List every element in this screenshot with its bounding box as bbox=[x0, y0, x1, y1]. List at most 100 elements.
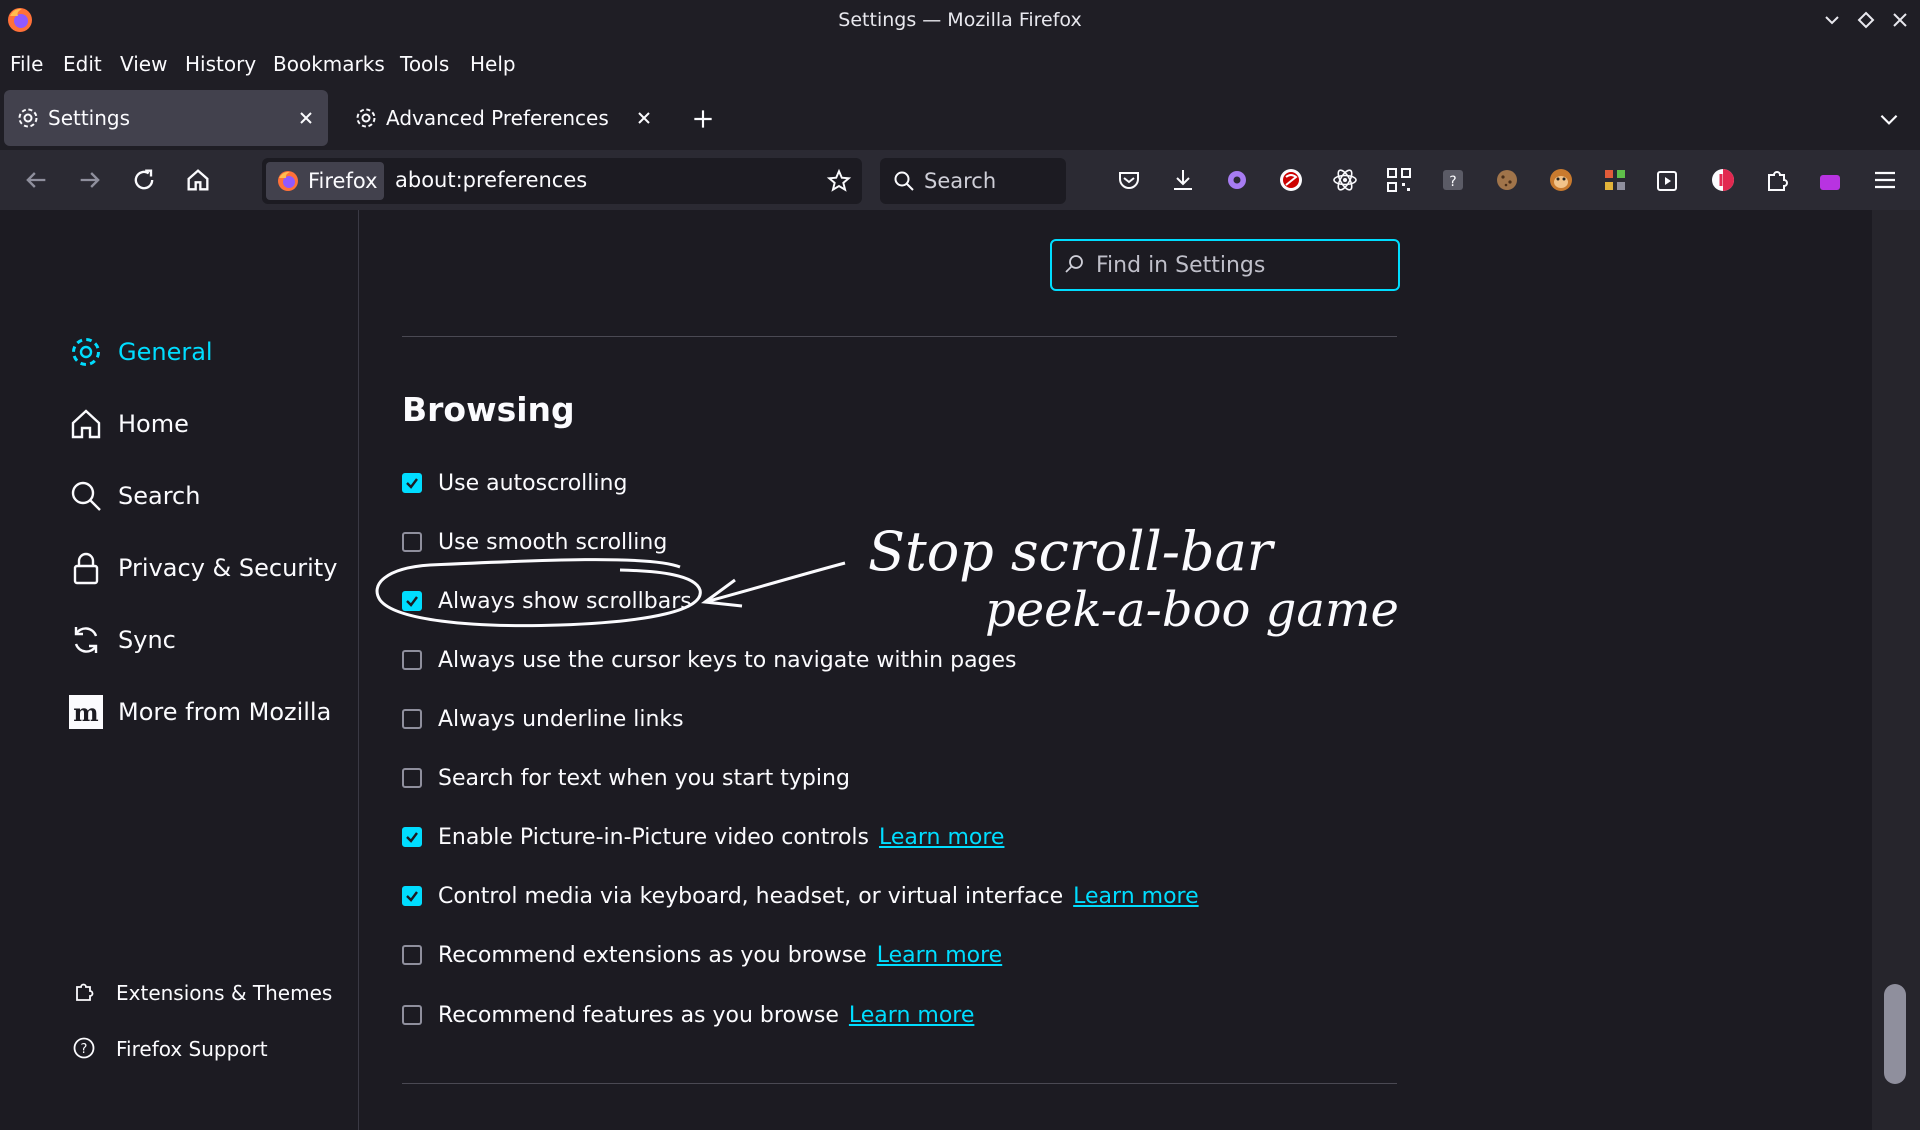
option-label-text: Use autoscrolling bbox=[438, 471, 628, 496]
option-checkbox[interactable] bbox=[402, 709, 422, 729]
home-icon bbox=[71, 409, 101, 439]
search-icon bbox=[894, 171, 914, 191]
sync-icon bbox=[74, 627, 98, 653]
purple-counter-extension-icon[interactable] bbox=[1816, 165, 1846, 195]
gear-icon bbox=[356, 108, 376, 128]
option-label[interactable]: Control media via keyboard, headset, or … bbox=[438, 884, 1199, 909]
option-checkbox[interactable] bbox=[402, 768, 422, 788]
learn-more-link[interactable]: Learn more bbox=[1073, 884, 1198, 909]
option-label[interactable]: Recommend features as you browse Learn mo… bbox=[438, 1003, 974, 1028]
hamburger-menu-icon[interactable] bbox=[1870, 165, 1900, 195]
category-label: Privacy & Security bbox=[118, 554, 338, 582]
option-label[interactable]: Use autoscrolling bbox=[438, 471, 627, 496]
option-label[interactable]: Recommend extensions as you browse Learn … bbox=[438, 943, 1002, 968]
menu-file[interactable]: File bbox=[10, 52, 43, 76]
tab-label: Settings bbox=[48, 106, 131, 130]
category-label: Search bbox=[118, 482, 201, 510]
find-in-settings-input[interactable] bbox=[1094, 249, 1388, 281]
option-label[interactable]: Always show scrollbars bbox=[438, 589, 692, 614]
option-checkbox[interactable] bbox=[402, 650, 422, 670]
navigation-toolbar: Firefox about:preferences Search ? x 0 bbox=[0, 150, 1920, 325]
option-label[interactable]: Use smooth scrolling bbox=[438, 530, 667, 555]
menu-view[interactable]: View bbox=[120, 52, 167, 76]
menu-tools[interactable]: Tools bbox=[400, 52, 449, 76]
option-checkbox[interactable] bbox=[402, 886, 422, 906]
bookmark-star-icon[interactable] bbox=[826, 168, 852, 194]
option-label[interactable]: Always use the cursor keys to navigate w… bbox=[438, 648, 1017, 673]
option-checkbox[interactable] bbox=[402, 827, 422, 847]
option-label-text: Recommend extensions as you browse bbox=[438, 943, 867, 968]
svg-text:m: m bbox=[73, 698, 98, 727]
tab-settings[interactable]: Settings bbox=[4, 90, 328, 146]
minimize-icon[interactable] bbox=[1820, 8, 1844, 32]
list-tabs-chevron-icon[interactable] bbox=[1876, 106, 1902, 132]
purple-gear-extension-icon[interactable] bbox=[1222, 165, 1252, 195]
title-bar: Settings — Mozilla Firefox bbox=[0, 0, 1920, 40]
option-label-text: Always underline links bbox=[438, 707, 684, 732]
close-window-icon[interactable] bbox=[1888, 8, 1912, 32]
reload-icon[interactable] bbox=[130, 166, 158, 194]
help-circle-icon: ? bbox=[73, 1037, 95, 1059]
extensions-puzzle-icon bbox=[76, 983, 94, 1001]
checkmark-icon bbox=[406, 596, 418, 607]
extensions-puzzle-icon[interactable] bbox=[1762, 165, 1792, 195]
option-checkbox[interactable] bbox=[402, 532, 422, 552]
option-checkbox[interactable] bbox=[402, 945, 422, 965]
monkey-extension-icon[interactable] bbox=[1546, 165, 1576, 195]
learn-more-link[interactable]: Learn more bbox=[877, 943, 1002, 968]
pocket-icon[interactable] bbox=[1114, 165, 1144, 195]
learn-more-link[interactable]: Learn more bbox=[879, 825, 1004, 850]
option-checkbox[interactable] bbox=[402, 591, 422, 611]
tile-grid-extension-icon[interactable] bbox=[1600, 165, 1630, 195]
search-icon bbox=[71, 481, 101, 511]
ublock-style-extension-icon[interactable] bbox=[1276, 165, 1306, 195]
tab-label: Advanced Preferences bbox=[386, 106, 609, 130]
maximize-icon[interactable] bbox=[1854, 8, 1878, 32]
option-label-text: Search for text when you start typing bbox=[438, 766, 850, 791]
close-tab-icon[interactable] bbox=[632, 106, 656, 130]
window-title: Settings — Mozilla Firefox bbox=[838, 9, 1082, 31]
search-icon bbox=[1065, 255, 1083, 273]
option-checkbox[interactable] bbox=[402, 473, 422, 493]
lock-icon bbox=[73, 552, 99, 585]
qr-code-icon[interactable] bbox=[1384, 165, 1414, 195]
new-tab-plus-icon[interactable] bbox=[690, 106, 716, 132]
scrollbar-thumb[interactable] bbox=[1884, 984, 1906, 1084]
close-tab-icon[interactable] bbox=[294, 106, 318, 130]
menu-help[interactable]: Help bbox=[470, 52, 516, 76]
menu-edit[interactable]: Edit bbox=[63, 52, 102, 76]
svg-text:?: ? bbox=[81, 1042, 88, 1057]
forward-arrow-icon[interactable] bbox=[76, 166, 104, 194]
back-arrow-icon[interactable] bbox=[22, 166, 50, 194]
learn-more-link[interactable]: Learn more bbox=[849, 1003, 974, 1028]
react-devtools-icon[interactable] bbox=[1330, 165, 1360, 195]
identity-box[interactable]: Firefox bbox=[266, 162, 384, 200]
url-bar[interactable]: Firefox about:preferences bbox=[262, 158, 862, 204]
identity-label: Firefox bbox=[308, 169, 378, 193]
downloads-icon[interactable] bbox=[1168, 165, 1198, 195]
menu-history[interactable]: History bbox=[185, 52, 256, 76]
search-bar[interactable]: Search bbox=[880, 158, 1066, 204]
red-shield-extension-icon[interactable] bbox=[1708, 165, 1738, 195]
option-label[interactable]: Always underline links bbox=[438, 707, 684, 732]
firefox-logo-icon bbox=[278, 171, 298, 191]
video-player-extension-icon[interactable] bbox=[1654, 165, 1684, 195]
footer-link-label: Firefox Support bbox=[116, 1037, 268, 1061]
checkmark-icon bbox=[406, 891, 418, 902]
cookie-extension-icon[interactable] bbox=[1492, 165, 1522, 195]
section-divider bbox=[402, 1083, 1397, 1084]
tab-advanced-preferences[interactable]: Advanced Preferences bbox=[342, 90, 666, 146]
menu-bookmarks[interactable]: Bookmarks bbox=[273, 52, 385, 76]
tab-bar: Settings Advanced Preferences bbox=[0, 86, 1920, 150]
home-icon[interactable] bbox=[184, 166, 212, 194]
url-text[interactable]: about:preferences bbox=[395, 168, 587, 192]
option-label[interactable]: Search for text when you start typing bbox=[438, 766, 850, 791]
option-label[interactable]: Enable Picture-in-Picture video controls… bbox=[438, 825, 1004, 850]
section-title-browsing: Browsing bbox=[402, 390, 575, 429]
help-question-extension-icon[interactable]: ? bbox=[1438, 165, 1468, 195]
find-in-settings[interactable] bbox=[1050, 239, 1400, 291]
option-checkbox[interactable] bbox=[402, 1005, 422, 1025]
menu-bar: File Edit View History Bookmarks Tools H… bbox=[0, 40, 1920, 86]
category-label: Sync bbox=[118, 626, 176, 654]
mozilla-m-icon: m bbox=[69, 695, 103, 729]
